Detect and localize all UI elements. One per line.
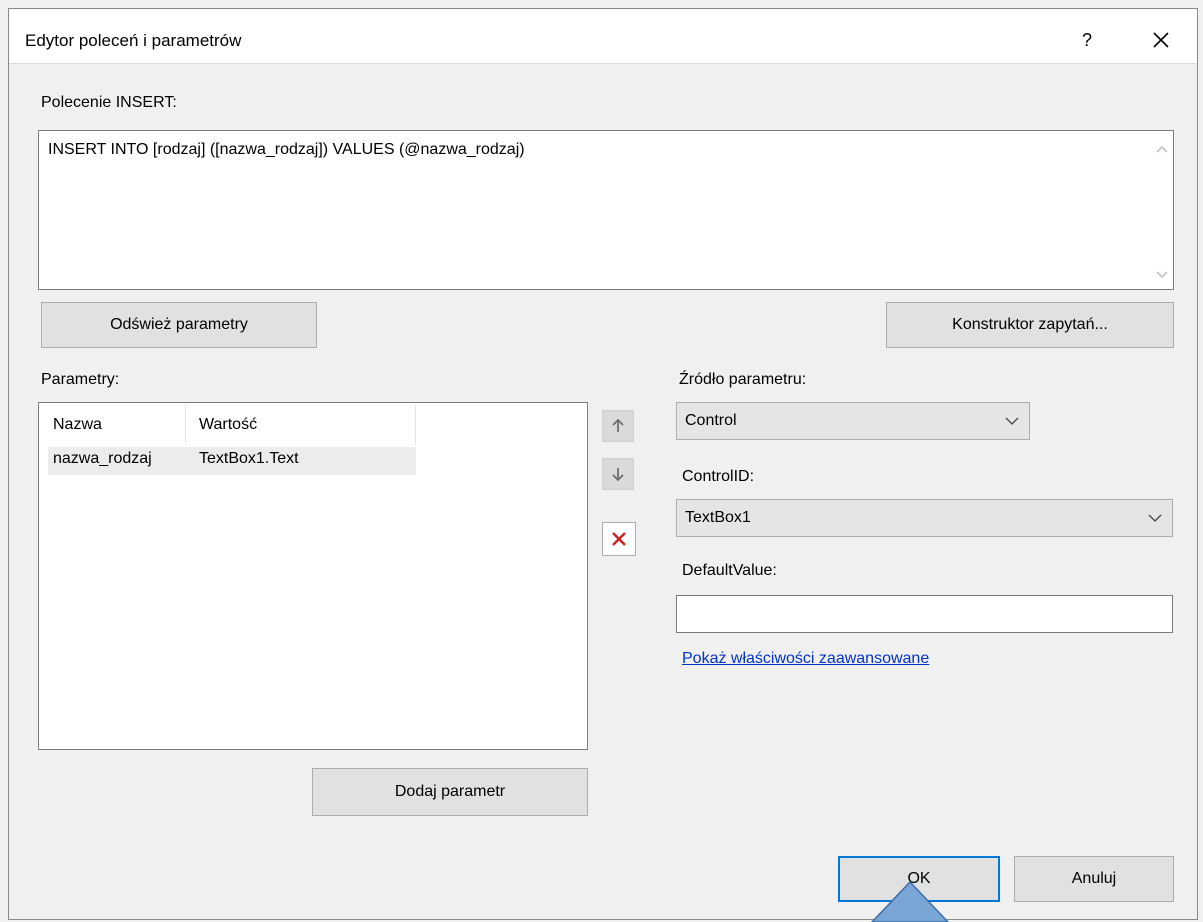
help-button[interactable]: ?	[1072, 25, 1102, 55]
close-button[interactable]	[1144, 23, 1178, 57]
column-header-name[interactable]: Nazwa	[53, 403, 102, 447]
dialog-title: Edytor poleceń i parametrów	[25, 31, 242, 50]
delete-x-icon	[612, 532, 626, 546]
chevron-down-icon	[1148, 514, 1162, 522]
controlid-select[interactable]: TextBox1	[676, 499, 1173, 537]
row-name-cell: nazwa_rodzaj	[53, 450, 152, 467]
query-builder-button[interactable]: Konstruktor zapytań...	[886, 302, 1174, 348]
title-bar: Edytor poleceń i parametrów ?	[9, 9, 1197, 64]
delete-parameter-button[interactable]	[602, 522, 636, 556]
controlid-value: TextBox1	[685, 509, 751, 526]
cancel-button[interactable]: Anuluj	[1014, 856, 1174, 902]
parameters-list[interactable]: Nazwa Wartość nazwa_rodzaj TextBox1.Text	[38, 402, 588, 750]
command-text: INSERT INTO [rodzaj] ([nazwa_rodzaj]) VA…	[48, 141, 525, 158]
default-value-label: DefaultValue:	[682, 562, 777, 579]
arrow-up-icon	[612, 418, 624, 432]
chevron-down-icon	[1005, 417, 1019, 425]
add-parameter-button[interactable]: Dodaj parametr	[312, 768, 588, 816]
vertical-scrollbar[interactable]	[1151, 131, 1173, 289]
arrow-down-icon	[612, 468, 624, 482]
command-parameter-editor-dialog: Edytor poleceń i parametrów ? Polecenie …	[8, 8, 1198, 920]
scroll-down-icon[interactable]	[1156, 271, 1168, 279]
controlid-label: ControlID:	[682, 468, 755, 485]
close-icon	[1153, 32, 1169, 48]
refresh-parameters-button[interactable]: Odśwież parametry	[41, 302, 317, 348]
parameter-source-value: Control	[685, 412, 737, 429]
command-label: Polecenie INSERT:	[41, 94, 177, 111]
row-value-cell: TextBox1.Text	[199, 450, 299, 467]
column-separator	[185, 405, 186, 445]
column-separator	[415, 405, 416, 445]
command-textarea[interactable]: INSERT INTO [rodzaj] ([nazwa_rodzaj]) VA…	[38, 130, 1174, 290]
default-value-field[interactable]	[676, 595, 1173, 633]
move-down-button[interactable]	[602, 458, 634, 490]
parameter-source-label: Źródło parametru:	[679, 371, 807, 388]
scroll-up-icon[interactable]	[1156, 145, 1168, 153]
advanced-properties-link[interactable]: Pokaż właściwości zaawansowane	[682, 650, 929, 668]
pointer-arrow-icon	[870, 880, 950, 922]
parameter-source-select[interactable]: Control	[676, 402, 1030, 440]
parameters-label: Parametry:	[41, 371, 120, 388]
column-header-value[interactable]: Wartość	[199, 403, 257, 447]
move-up-button[interactable]	[602, 410, 634, 442]
